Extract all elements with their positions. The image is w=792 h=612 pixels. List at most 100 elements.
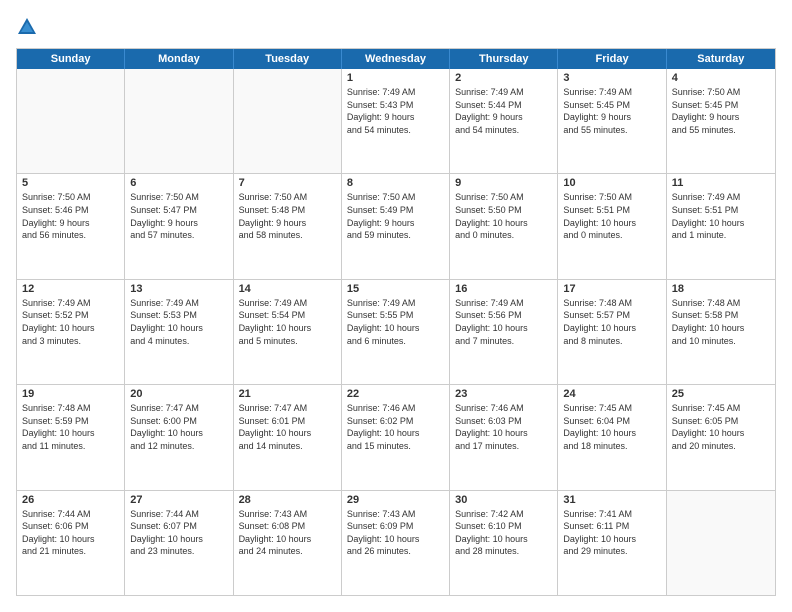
day-info: Sunrise: 7:45 AMSunset: 6:05 PMDaylight:… bbox=[672, 402, 770, 452]
day-number: 5 bbox=[22, 177, 119, 189]
day-number: 16 bbox=[455, 283, 552, 295]
day-number: 19 bbox=[22, 388, 119, 400]
day-number: 15 bbox=[347, 283, 444, 295]
calendar: SundayMondayTuesdayWednesdayThursdayFrid… bbox=[16, 48, 776, 596]
day-info: Sunrise: 7:46 AMSunset: 6:02 PMDaylight:… bbox=[347, 402, 444, 452]
day-number: 24 bbox=[563, 388, 660, 400]
day-number: 27 bbox=[130, 494, 227, 506]
weekday-header-sunday: Sunday bbox=[17, 49, 125, 69]
day-number: 26 bbox=[22, 494, 119, 506]
calendar-cell-18: 18 Sunrise: 7:48 AMSunset: 5:58 PMDayligh… bbox=[667, 280, 775, 384]
day-info: Sunrise: 7:50 AMSunset: 5:51 PMDaylight:… bbox=[563, 191, 660, 241]
calendar-cell-10: 10 Sunrise: 7:50 AMSunset: 5:51 PMDayligh… bbox=[558, 174, 666, 278]
day-number: 3 bbox=[563, 72, 660, 84]
weekday-header-saturday: Saturday bbox=[667, 49, 775, 69]
weekday-header-tuesday: Tuesday bbox=[234, 49, 342, 69]
day-number: 14 bbox=[239, 283, 336, 295]
calendar-cell-16: 16 Sunrise: 7:49 AMSunset: 5:56 PMDayligh… bbox=[450, 280, 558, 384]
day-number: 23 bbox=[455, 388, 552, 400]
day-number: 1 bbox=[347, 72, 444, 84]
calendar-cell-3: 3 Sunrise: 7:49 AMSunset: 5:45 PMDaylight… bbox=[558, 69, 666, 173]
calendar-cell-31: 31Sunrise: 7:41 AMSunset: 6:11 PMDayligh… bbox=[558, 491, 666, 595]
calendar-cell-15: 15 Sunrise: 7:49 AMSunset: 5:55 PMDayligh… bbox=[342, 280, 450, 384]
day-info: Sunrise: 7:50 AMSunset: 5:48 PMDaylight:… bbox=[239, 191, 336, 241]
day-info: Sunrise: 7:50 AMSunset: 5:49 PMDaylight:… bbox=[347, 191, 444, 241]
day-number: 6 bbox=[130, 177, 227, 189]
calendar-cell-empty-0-0 bbox=[17, 69, 125, 173]
day-number: 9 bbox=[455, 177, 552, 189]
day-number: 2 bbox=[455, 72, 552, 84]
day-number: 7 bbox=[239, 177, 336, 189]
day-info: Sunrise: 7:44 AMSunset: 6:07 PMDaylight:… bbox=[130, 508, 227, 558]
calendar-cell-5: 5 Sunrise: 7:50 AMSunset: 5:46 PMDaylight… bbox=[17, 174, 125, 278]
day-info: Sunrise: 7:49 AMSunset: 5:56 PMDaylight:… bbox=[455, 297, 552, 347]
day-info: Sunrise: 7:43 AMSunset: 6:09 PMDaylight:… bbox=[347, 508, 444, 558]
calendar-row-3: 19 Sunrise: 7:48 AMSunset: 5:59 PMDayligh… bbox=[17, 384, 775, 489]
day-info: Sunrise: 7:49 AMSunset: 5:55 PMDaylight:… bbox=[347, 297, 444, 347]
calendar-row-4: 26Sunrise: 7:44 AMSunset: 6:06 PMDayligh… bbox=[17, 490, 775, 595]
day-info: Sunrise: 7:49 AMSunset: 5:53 PMDaylight:… bbox=[130, 297, 227, 347]
day-number: 30 bbox=[455, 494, 552, 506]
calendar-cell-empty-4-6 bbox=[667, 491, 775, 595]
day-info: Sunrise: 7:42 AMSunset: 6:10 PMDaylight:… bbox=[455, 508, 552, 558]
calendar-cell-19: 19 Sunrise: 7:48 AMSunset: 5:59 PMDayligh… bbox=[17, 385, 125, 489]
calendar-header: SundayMondayTuesdayWednesdayThursdayFrid… bbox=[17, 49, 775, 69]
calendar-cell-empty-0-2 bbox=[234, 69, 342, 173]
calendar-cell-13: 13 Sunrise: 7:49 AMSunset: 5:53 PMDayligh… bbox=[125, 280, 233, 384]
calendar-cell-1: 1 Sunrise: 7:49 AMSunset: 5:43 PMDaylight… bbox=[342, 69, 450, 173]
day-info: Sunrise: 7:50 AMSunset: 5:45 PMDaylight:… bbox=[672, 86, 770, 136]
day-info: Sunrise: 7:47 AMSunset: 6:01 PMDaylight:… bbox=[239, 402, 336, 452]
day-info: Sunrise: 7:49 AMSunset: 5:43 PMDaylight:… bbox=[347, 86, 444, 136]
weekday-header-monday: Monday bbox=[125, 49, 233, 69]
calendar-cell-4: 4 Sunrise: 7:50 AMSunset: 5:45 PMDaylight… bbox=[667, 69, 775, 173]
calendar-row-2: 12 Sunrise: 7:49 AMSunset: 5:52 PMDayligh… bbox=[17, 279, 775, 384]
day-number: 10 bbox=[563, 177, 660, 189]
calendar-cell-17: 17 Sunrise: 7:48 AMSunset: 5:57 PMDayligh… bbox=[558, 280, 666, 384]
calendar-row-0: 1 Sunrise: 7:49 AMSunset: 5:43 PMDaylight… bbox=[17, 69, 775, 173]
page: SundayMondayTuesdayWednesdayThursdayFrid… bbox=[0, 0, 792, 612]
day-number: 25 bbox=[672, 388, 770, 400]
calendar-cell-27: 27 Sunrise: 7:44 AMSunset: 6:07 PMDayligh… bbox=[125, 491, 233, 595]
day-info: Sunrise: 7:49 AMSunset: 5:45 PMDaylight:… bbox=[563, 86, 660, 136]
day-info: Sunrise: 7:41 AMSunset: 6:11 PMDaylight:… bbox=[563, 508, 660, 558]
day-number: 13 bbox=[130, 283, 227, 295]
calendar-cell-20: 20 Sunrise: 7:47 AMSunset: 6:00 PMDayligh… bbox=[125, 385, 233, 489]
day-number: 4 bbox=[672, 72, 770, 84]
day-number: 17 bbox=[563, 283, 660, 295]
day-number: 8 bbox=[347, 177, 444, 189]
weekday-header-wednesday: Wednesday bbox=[342, 49, 450, 69]
day-info: Sunrise: 7:48 AMSunset: 5:59 PMDaylight:… bbox=[22, 402, 119, 452]
day-info: Sunrise: 7:50 AMSunset: 5:47 PMDaylight:… bbox=[130, 191, 227, 241]
day-info: Sunrise: 7:48 AMSunset: 5:57 PMDaylight:… bbox=[563, 297, 660, 347]
day-info: Sunrise: 7:50 AMSunset: 5:50 PMDaylight:… bbox=[455, 191, 552, 241]
day-info: Sunrise: 7:50 AMSunset: 5:46 PMDaylight:… bbox=[22, 191, 119, 241]
day-info: Sunrise: 7:49 AMSunset: 5:54 PMDaylight:… bbox=[239, 297, 336, 347]
header bbox=[16, 16, 776, 38]
day-number: 28 bbox=[239, 494, 336, 506]
day-number: 12 bbox=[22, 283, 119, 295]
logo bbox=[16, 16, 42, 38]
calendar-cell-7: 7 Sunrise: 7:50 AMSunset: 5:48 PMDaylight… bbox=[234, 174, 342, 278]
day-number: 18 bbox=[672, 283, 770, 295]
weekday-header-friday: Friday bbox=[558, 49, 666, 69]
day-info: Sunrise: 7:47 AMSunset: 6:00 PMDaylight:… bbox=[130, 402, 227, 452]
calendar-row-1: 5 Sunrise: 7:50 AMSunset: 5:46 PMDaylight… bbox=[17, 173, 775, 278]
weekday-header-thursday: Thursday bbox=[450, 49, 558, 69]
day-info: Sunrise: 7:43 AMSunset: 6:08 PMDaylight:… bbox=[239, 508, 336, 558]
day-number: 20 bbox=[130, 388, 227, 400]
calendar-cell-23: 23 Sunrise: 7:46 AMSunset: 6:03 PMDayligh… bbox=[450, 385, 558, 489]
calendar-cell-21: 21Sunrise: 7:47 AMSunset: 6:01 PMDayligh… bbox=[234, 385, 342, 489]
calendar-cell-8: 8 Sunrise: 7:50 AMSunset: 5:49 PMDaylight… bbox=[342, 174, 450, 278]
calendar-cell-26: 26Sunrise: 7:44 AMSunset: 6:06 PMDayligh… bbox=[17, 491, 125, 595]
calendar-cell-30: 30 Sunrise: 7:42 AMSunset: 6:10 PMDayligh… bbox=[450, 491, 558, 595]
calendar-cell-2: 2Sunrise: 7:49 AMSunset: 5:44 PMDaylight… bbox=[450, 69, 558, 173]
day-info: Sunrise: 7:48 AMSunset: 5:58 PMDaylight:… bbox=[672, 297, 770, 347]
calendar-cell-24: 24Sunrise: 7:45 AMSunset: 6:04 PMDayligh… bbox=[558, 385, 666, 489]
day-info: Sunrise: 7:49 AMSunset: 5:51 PMDaylight:… bbox=[672, 191, 770, 241]
day-info: Sunrise: 7:49 AMSunset: 5:52 PMDaylight:… bbox=[22, 297, 119, 347]
day-number: 29 bbox=[347, 494, 444, 506]
logo-icon bbox=[16, 16, 38, 38]
calendar-cell-empty-0-1 bbox=[125, 69, 233, 173]
calendar-cell-29: 29 Sunrise: 7:43 AMSunset: 6:09 PMDayligh… bbox=[342, 491, 450, 595]
day-info: Sunrise: 7:46 AMSunset: 6:03 PMDaylight:… bbox=[455, 402, 552, 452]
